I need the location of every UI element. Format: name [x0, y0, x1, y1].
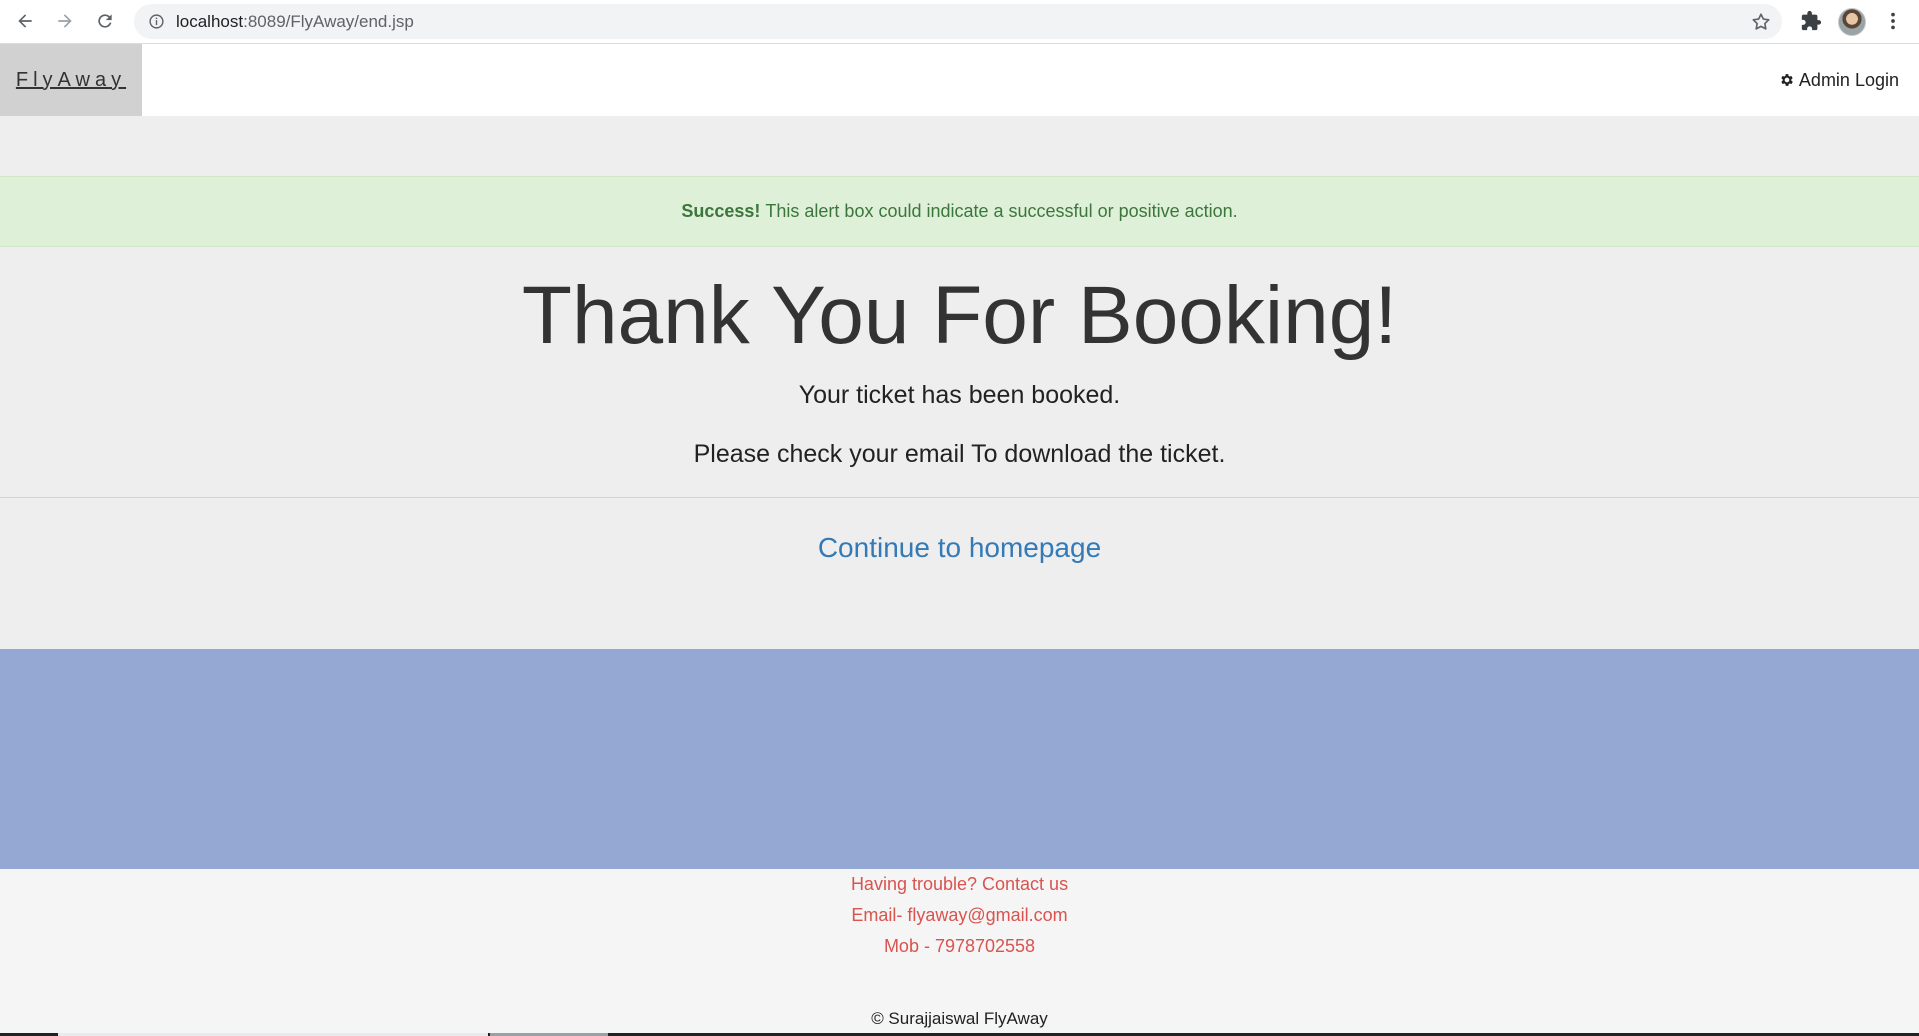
browser-toolbar: localhost:8089/FlyAway/end.jsp [0, 0, 1919, 44]
alert-message: This alert box could indicate a successf… [765, 201, 1238, 221]
gear-icon [1781, 74, 1793, 86]
forward-button[interactable] [50, 6, 80, 36]
url-host: localhost [176, 12, 244, 31]
avatar[interactable] [1838, 8, 1866, 36]
divider [0, 497, 1919, 498]
contact-line: Having trouble? Contact us [850, 874, 1069, 894]
alert-strong: Success! [681, 201, 761, 221]
admin-login-label: Admin Login [1798, 69, 1899, 90]
booked-message: Your ticket has been booked. [798, 381, 1121, 409]
success-alert: Success! This alert box could indicate a… [0, 176, 1919, 247]
footer: Having trouble? Contact us Email- flyawa… [0, 869, 1919, 1036]
copyright: © Surajjaiswal FlyAway [871, 1009, 1048, 1028]
info-icon[interactable] [148, 13, 165, 30]
reload-icon [98, 14, 112, 28]
decorative-band [0, 649, 1919, 869]
url-path: :8089/FlyAway/end.jsp [243, 12, 414, 31]
star-icon[interactable] [1750, 11, 1772, 33]
reload-button[interactable] [90, 6, 120, 36]
continue-container: Continue to homepage [0, 530, 1919, 566]
back-arrow-icon [18, 14, 32, 28]
page-title: Thank You For Booking! [521, 270, 1398, 361]
site-navbar: FlyAway Admin Login [0, 44, 1919, 116]
back-button[interactable] [10, 6, 40, 36]
admin-login-link[interactable]: Admin Login [1779, 44, 1899, 116]
address-bar[interactable]: localhost:8089/FlyAway/end.jsp [134, 4, 1782, 39]
continue-homepage-link[interactable]: Continue to homepage [818, 532, 1101, 563]
url-text[interactable]: localhost:8089/FlyAway/end.jsp [176, 4, 414, 39]
email-line: Email- flyaway@gmail.com [851, 905, 1068, 925]
email-message: Please check your email To download the … [693, 440, 1226, 468]
mobile-line: Mob - 7978702558 [883, 936, 1036, 956]
extensions-icon[interactable] [1800, 10, 1822, 32]
forward-arrow-icon [58, 14, 72, 28]
menu-dots-icon[interactable] [1882, 10, 1904, 32]
brand-link[interactable]: FlyAway [0, 44, 142, 116]
